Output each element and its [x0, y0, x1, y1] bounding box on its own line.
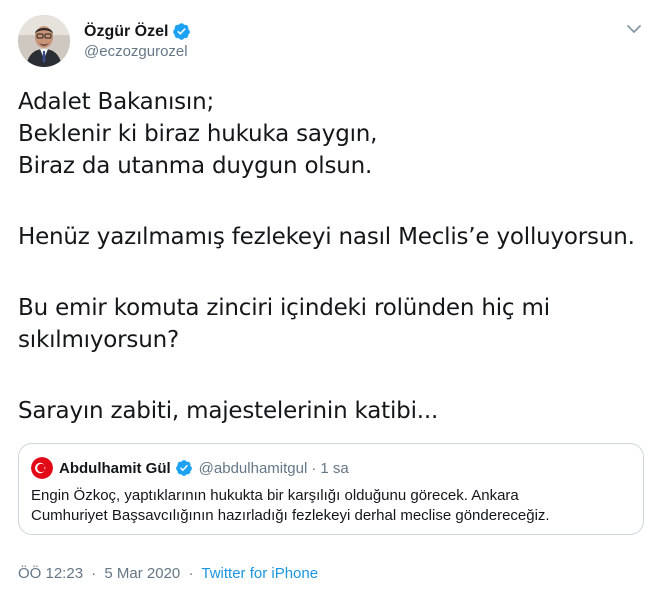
author-avatar[interactable] [18, 15, 70, 67]
meta-separator: · [91, 565, 97, 582]
quoted-tweet-header: Abdulhamit Gül @abdulhamitgul · 1 sa [31, 457, 349, 479]
quoted-line: Engin Özkoç, yaptıklarının hukukta bir k… [31, 487, 519, 504]
tweet-line: Adalet Bakanısın; [18, 89, 215, 115]
quoted-tweet[interactable]: Abdulhamit Gül @abdulhamitgul · 1 sa Eng… [18, 443, 644, 535]
tweet-text: Adalet Bakanısın; Beklenir ki biraz huku… [18, 86, 643, 427]
verified-badge-icon [173, 23, 191, 40]
person-avatar-icon [18, 15, 70, 67]
tweet-line: Sarayın zabiti, majestelerinin katibi... [18, 398, 439, 424]
tweet-source-link[interactable]: Twitter for iPhone [201, 565, 318, 582]
verified-badge-icon [175, 460, 192, 476]
turkish-flag-avatar-icon [31, 457, 53, 479]
author-name-text[interactable]: Özgür Özel [84, 23, 168, 41]
quoted-author-name[interactable]: Abdulhamit Gül [59, 460, 171, 477]
quoted-author-avatar[interactable] [31, 457, 53, 479]
tweet-line: sıkılmıyorsun? [18, 327, 179, 353]
tweet-time[interactable]: ÖÖ 12:23 [18, 565, 83, 582]
quoted-tweet-text: Engin Özkoç, yaptıklarının hukukta bir k… [31, 486, 631, 526]
quoted-line: Cumhuriyet Başsavcılığının hazırladığı f… [31, 507, 550, 524]
tweet-date[interactable]: 5 Mar 2020 [104, 565, 180, 582]
tweet-card: Özgür Özel @eczozgurozel Adalet Bakanısı… [0, 0, 658, 600]
author-handle[interactable]: @eczozgurozel [84, 43, 188, 60]
chevron-down-icon [627, 25, 641, 33]
tweet-line: Bu emir komuta zinciri içindeki rolünden… [18, 295, 550, 321]
tweet-line: Beklenir ki biraz hukuka saygın, [18, 121, 378, 147]
tweet-menu-button[interactable] [624, 20, 644, 38]
quoted-author-handle[interactable]: @abdulhamitgul [199, 460, 308, 477]
tweet-line: Biraz da utanma duygun olsun. [18, 153, 373, 179]
author-name[interactable]: Özgür Özel [84, 22, 191, 41]
quoted-timestamp[interactable]: 1 sa [320, 460, 348, 477]
meta-separator: · [188, 565, 194, 582]
tweet-metadata: ÖÖ 12:23 · 5 Mar 2020 · Twitter for iPho… [18, 565, 318, 582]
quoted-separator: · [311, 459, 317, 477]
tweet-line: Henüz yazılmamış fezlekeyi nasıl Meclis’… [18, 224, 635, 250]
